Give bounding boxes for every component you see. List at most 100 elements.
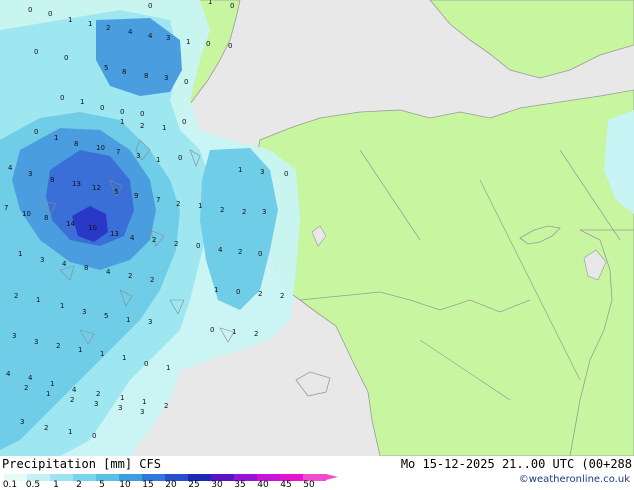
precip-value: 2 xyxy=(176,200,180,208)
precip-value: 1 xyxy=(166,364,170,372)
precip-value: 3 xyxy=(40,256,44,264)
precip-value: 4 xyxy=(130,234,135,242)
precip-value: 1 xyxy=(18,250,22,258)
map-footer: Precipitation [mm] CFS Mo 15-12-2025 21.… xyxy=(0,456,634,490)
precip-value: 10 xyxy=(96,144,105,152)
precip-value: 1 xyxy=(162,124,166,132)
precip-value: 10 xyxy=(22,210,31,218)
precip-value: 0 xyxy=(100,104,104,112)
colorbar-label: 30 xyxy=(211,480,223,490)
precip-value: 4 xyxy=(106,268,111,276)
colorbar-label: 40 xyxy=(257,480,269,490)
precip-value: 4 xyxy=(218,246,223,254)
precip-value: 1 xyxy=(36,296,40,304)
colorbar-label: 35 xyxy=(234,480,246,490)
precip-value: 13 xyxy=(72,180,81,188)
precip-value: 3 xyxy=(136,152,140,160)
map-title-model: CFS xyxy=(139,457,161,471)
precip-value: 2 xyxy=(106,24,110,32)
precip-value: 1 xyxy=(238,166,242,174)
precip-value: 1 xyxy=(142,398,146,406)
precip-value: 1 xyxy=(214,286,218,294)
precip-value: 2 xyxy=(164,402,168,410)
precip-value: 0 xyxy=(210,326,214,334)
colorbar-label: 20 xyxy=(165,480,177,490)
precip-value: 4 xyxy=(72,386,77,394)
precip-value: 2 xyxy=(238,248,242,256)
precip-value: 5 xyxy=(104,64,108,72)
colorbar-label: 2 xyxy=(76,480,82,490)
precip-value: 2 xyxy=(128,272,132,280)
precip-value: 13 xyxy=(110,230,119,238)
precip-value: 0 xyxy=(258,250,262,258)
precip-value: 0 xyxy=(34,48,38,56)
precip-value: 14 xyxy=(66,220,75,228)
precipitation-map: 0 0 1 1 0 1 0 2 4 4 3 1 0 0 5 8 8 3 0 0 0 0 1 0 0 0 1 2 1 0 0 1 8 10 7 3 1 0 4… xyxy=(0,0,634,456)
precip-value: 4 xyxy=(62,260,67,268)
precip-value: 5 xyxy=(114,188,118,196)
precip-value: 0 xyxy=(64,54,68,62)
precip-value: 1 xyxy=(126,316,130,324)
credit-link[interactable]: ©weatheronline.co.uk xyxy=(519,474,630,485)
precip-value: 10 xyxy=(88,224,97,232)
precip-value: 1 xyxy=(78,346,82,354)
precip-value: 1 xyxy=(50,380,54,388)
precip-value: 0 xyxy=(230,2,234,10)
precip-value: 3 xyxy=(94,400,98,408)
precip-value: 2 xyxy=(44,424,48,432)
precip-value: 7 xyxy=(4,204,8,212)
map-title-variable: Precipitation [mm] xyxy=(2,457,133,471)
precip-value: 0 xyxy=(34,128,38,136)
precip-value: 1 xyxy=(68,428,72,436)
precip-value: 3 xyxy=(34,338,38,346)
precip-value: 0 xyxy=(148,2,152,10)
precip-value: 0 xyxy=(140,110,144,118)
colorbar-label: 5 xyxy=(99,480,105,490)
precip-value: 2 xyxy=(150,276,154,284)
precip-value: 1 xyxy=(120,118,124,126)
precip-value: 4 xyxy=(128,28,133,36)
precip-value: 7 xyxy=(156,196,160,204)
precip-value: 0 xyxy=(120,108,124,116)
colorbar-label: 0.1 xyxy=(2,480,18,490)
precip-value: 2 xyxy=(24,384,28,392)
precip-value: 2 xyxy=(280,292,284,300)
colorbar-labels: 0.1 0.5 1 2 5 10 15 20 25 30 35 40 45 50 xyxy=(0,480,340,490)
precip-value: 0 xyxy=(92,432,96,440)
precip-value: 0 xyxy=(206,40,210,48)
precip-value: 3 xyxy=(20,418,24,426)
precip-value: 1 xyxy=(54,134,58,142)
precip-value: 1 xyxy=(80,98,84,106)
precip-value: 1 xyxy=(198,202,202,210)
precip-value: 3 xyxy=(148,318,152,326)
precip-value: 8 xyxy=(50,176,54,184)
precip-value: 3 xyxy=(140,408,144,416)
precip-value: 0 xyxy=(60,94,64,102)
precip-value: 2 xyxy=(254,330,258,338)
precip-value: 8 xyxy=(74,140,78,148)
valid-time: Mo 15-12-2025 21..00 UTC (00+288 xyxy=(400,457,632,471)
precip-value: 0 xyxy=(48,10,52,18)
precip-value: 1 xyxy=(122,354,126,362)
precip-value: 2 xyxy=(56,342,60,350)
precip-value: 8 xyxy=(144,72,148,80)
colorbar-label: 15 xyxy=(142,480,154,490)
precip-value: 3 xyxy=(166,34,170,42)
precip-value: 2 xyxy=(174,240,178,248)
precip-value: 2 xyxy=(140,122,144,130)
precip-value: 0 xyxy=(182,118,186,126)
colorbar-label: 0.5 xyxy=(25,480,41,490)
precip-value: 1 xyxy=(208,0,212,6)
precip-value: 7 xyxy=(116,148,120,156)
colorbar-label: 25 xyxy=(188,480,200,490)
precip-value: 0 xyxy=(228,42,232,50)
precip-value: 5 xyxy=(104,312,108,320)
precip-value: 3 xyxy=(118,404,122,412)
precip-value: 8 xyxy=(122,68,126,76)
precip-value: 2 xyxy=(242,208,246,216)
colorbar-label: 45 xyxy=(280,480,292,490)
precip-value: 1 xyxy=(100,350,104,358)
precip-value: 2 xyxy=(14,292,18,300)
precip-value: 3 xyxy=(82,308,86,316)
precip-value: 1 xyxy=(156,156,160,164)
